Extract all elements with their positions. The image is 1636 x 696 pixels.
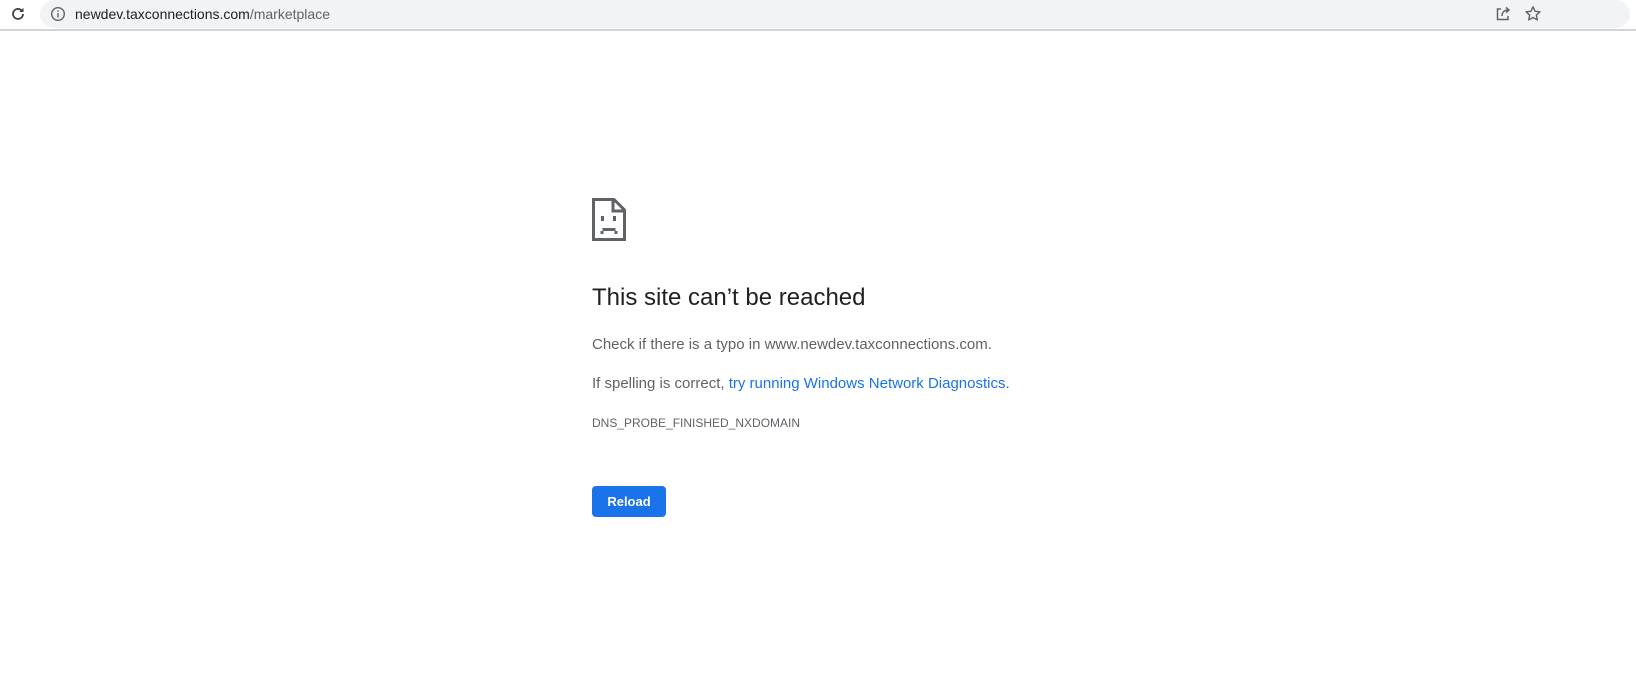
error-code: DNS_PROBE_FINISHED_NXDOMAIN xyxy=(592,416,801,430)
star-icon[interactable] xyxy=(1524,5,1542,23)
sad-document-icon xyxy=(592,198,626,241)
url-path: /marketplace xyxy=(249,6,330,22)
url-host: newdev.taxconnections.com xyxy=(75,6,250,22)
url-text[interactable]: newdev.taxconnections.com/marketplace xyxy=(75,5,330,23)
address-bar[interactable]: newdev.taxconnections.com/marketplace xyxy=(40,0,1630,28)
browser-toolbar: newdev.taxconnections.com/marketplace xyxy=(0,0,1636,31)
typo-suggestion: Check if there is a typo in www.newdev.t… xyxy=(592,336,992,353)
reload-button[interactable]: Reload xyxy=(592,486,666,517)
spelling-prefix: If spelling is correct, xyxy=(592,375,729,392)
reload-icon[interactable] xyxy=(4,0,32,28)
network-diagnostics-link[interactable]: try running Windows Network Diagnostics xyxy=(729,375,1006,392)
share-icon[interactable] xyxy=(1494,5,1512,23)
info-icon[interactable] xyxy=(50,6,66,22)
error-title: This site can’t be reached xyxy=(592,284,866,311)
spelling-suffix: . xyxy=(1005,375,1010,392)
spelling-suggestion: If spelling is correct, try running Wind… xyxy=(592,374,1010,394)
